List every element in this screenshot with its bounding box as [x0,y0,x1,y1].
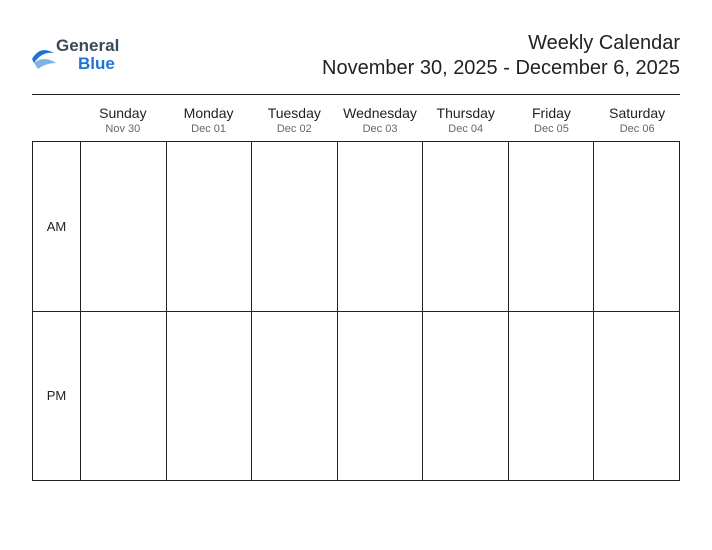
cell-am-fri [508,141,594,311]
header-divider [32,94,680,95]
period-column: AM PM [32,141,80,481]
day-header-mon: Monday Dec 01 [166,97,252,141]
day-name: Saturday [594,105,680,121]
day-header-thu: Thursday Dec 04 [423,97,509,141]
generalblue-logo: General Blue [32,32,152,80]
cell-am-thu [422,141,508,311]
cell-pm-thu [422,311,508,481]
header: General Blue Weekly Calendar November 30… [32,32,680,80]
cell-am-sat [593,141,680,311]
day-header-sat: Saturday Dec 06 [594,97,680,141]
day-date: Dec 02 [251,123,337,135]
day-name: Monday [166,105,252,121]
calendar-grid: AM PM [32,141,680,481]
day-date: Dec 05 [509,123,595,135]
day-header-wed: Wednesday Dec 03 [337,97,423,141]
day-name: Tuesday [251,105,337,121]
day-date: Dec 06 [594,123,680,135]
date-range: November 30, 2025 - December 6, 2025 [322,57,680,80]
cell-pm-sat [593,311,680,481]
day-name: Sunday [80,105,166,121]
day-header-sun: Sunday Nov 30 [80,97,166,141]
cell-pm-tue [251,311,337,481]
cells-column [80,141,680,481]
day-date: Nov 30 [80,123,166,135]
day-date: Dec 01 [166,123,252,135]
cell-pm-mon [166,311,252,481]
title-block: Weekly Calendar November 30, 2025 - Dece… [322,32,680,80]
cell-am-sun [80,141,166,311]
cell-am-wed [337,141,423,311]
period-pm: PM [32,311,80,482]
day-headers: Sunday Nov 30 Monday Dec 01 Tuesday Dec … [80,97,680,141]
logo-swoosh-icon [32,49,56,69]
day-name: Wednesday [337,105,423,121]
cell-pm-fri [508,311,594,481]
cell-pm-sun [80,311,166,481]
day-name: Thursday [423,105,509,121]
day-header-fri: Friday Dec 05 [509,97,595,141]
logo-text-general: General [56,36,119,56]
cell-am-tue [251,141,337,311]
logo-text-blue: Blue [78,54,115,74]
page-title: Weekly Calendar [322,32,680,55]
day-date: Dec 04 [423,123,509,135]
day-date: Dec 03 [337,123,423,135]
cell-am-mon [166,141,252,311]
day-name: Friday [509,105,595,121]
am-row [80,141,680,311]
period-am: AM [32,141,80,311]
cell-pm-wed [337,311,423,481]
pm-row [80,311,680,481]
day-header-tue: Tuesday Dec 02 [251,97,337,141]
